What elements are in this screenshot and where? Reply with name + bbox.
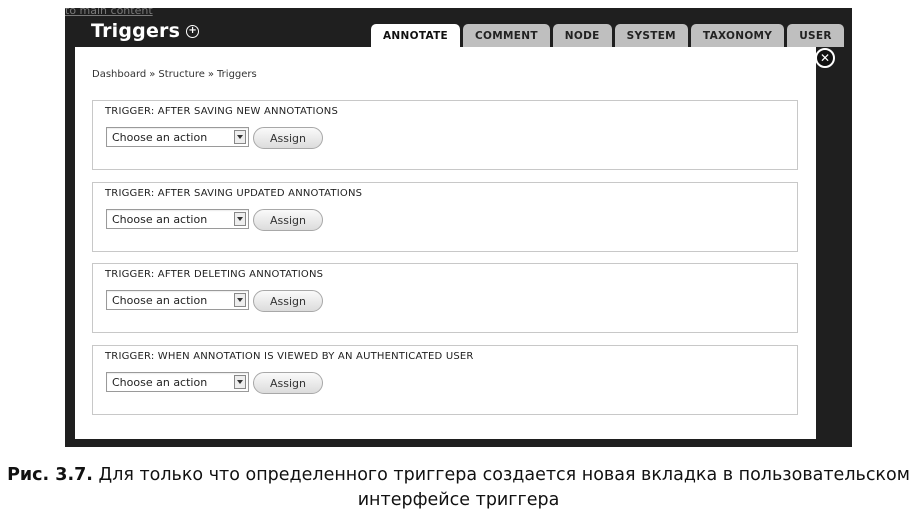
skip-link[interactable]: to main content	[65, 8, 153, 17]
trigger-label: TRIGGER: AFTER SAVING UPDATED ANNOTATION…	[105, 188, 363, 199]
trigger-fieldset-viewed: TRIGGER: WHEN ANNOTATION IS VIEWED BY AN…	[92, 345, 798, 415]
breadcrumb-dashboard[interactable]: Dashboard	[92, 69, 146, 80]
tab-system[interactable]: SYSTEM	[614, 24, 688, 47]
caption-prefix: Рис. 3.7.	[7, 465, 93, 485]
dropdown-arrow-icon[interactable]	[234, 293, 246, 307]
breadcrumb-separator: »	[207, 69, 215, 80]
close-icon[interactable]: ✕	[815, 48, 835, 68]
dropdown-arrow-icon[interactable]	[234, 375, 246, 389]
breadcrumb: Dashboard» Structure» Triggers	[92, 69, 257, 80]
action-select[interactable]: Choose an action	[106, 290, 249, 310]
trigger-fieldset-updated: TRIGGER: AFTER SAVING UPDATED ANNOTATION…	[92, 182, 798, 252]
select-value: Choose an action	[112, 293, 208, 307]
assign-button[interactable]: Assign	[253, 127, 323, 149]
trigger-label: TRIGGER: WHEN ANNOTATION IS VIEWED BY AN…	[105, 351, 474, 362]
tab-bar: ANNOTATE COMMENT NODE SYSTEM TAXONOMY US…	[371, 24, 844, 47]
page-title: Triggers	[91, 20, 181, 42]
action-select[interactable]: Choose an action	[106, 209, 249, 229]
tab-node[interactable]: NODE	[552, 24, 612, 47]
action-select[interactable]: Choose an action	[106, 127, 249, 147]
trigger-label: TRIGGER: AFTER SAVING NEW ANNOTATIONS	[105, 106, 339, 117]
select-value: Choose an action	[112, 212, 208, 226]
assign-button[interactable]: Assign	[253, 372, 323, 394]
breadcrumb-triggers[interactable]: Triggers	[217, 69, 257, 80]
assign-button[interactable]: Assign	[253, 209, 323, 231]
action-select[interactable]: Choose an action	[106, 372, 249, 392]
breadcrumb-structure[interactable]: Structure	[158, 69, 205, 80]
trigger-fieldset-deleting: TRIGGER: AFTER DELETING ANNOTATIONS Choo…	[92, 263, 798, 333]
content-panel: Dashboard» Structure» Triggers TRIGGER: AF…	[75, 47, 816, 439]
select-value: Choose an action	[112, 375, 208, 389]
tab-comment[interactable]: COMMENT	[463, 24, 550, 47]
trigger-label: TRIGGER: AFTER DELETING ANNOTATIONS	[105, 269, 324, 280]
dropdown-arrow-icon[interactable]	[234, 212, 246, 226]
trigger-fieldset-new: TRIGGER: AFTER SAVING NEW ANNOTATIONS Ch…	[92, 100, 798, 170]
assign-button[interactable]: Assign	[253, 290, 323, 312]
figure-caption: Рис. 3.7. Для только что определенного т…	[0, 463, 917, 513]
overlay-header: Triggers +	[91, 20, 200, 42]
breadcrumb-separator: »	[149, 69, 156, 80]
tab-taxonomy[interactable]: TAXONOMY	[690, 24, 785, 47]
tab-user[interactable]: USER	[787, 24, 844, 47]
tab-annotate[interactable]: ANNOTATE	[371, 24, 461, 47]
dropdown-arrow-icon[interactable]	[234, 130, 246, 144]
select-value: Choose an action	[112, 130, 208, 144]
plus-circle-icon[interactable]: +	[186, 24, 200, 38]
caption-text: Для только что определенного триггера со…	[98, 465, 910, 510]
screenshot-frame: to main content Triggers + ANNOTATE COMM…	[65, 8, 852, 447]
